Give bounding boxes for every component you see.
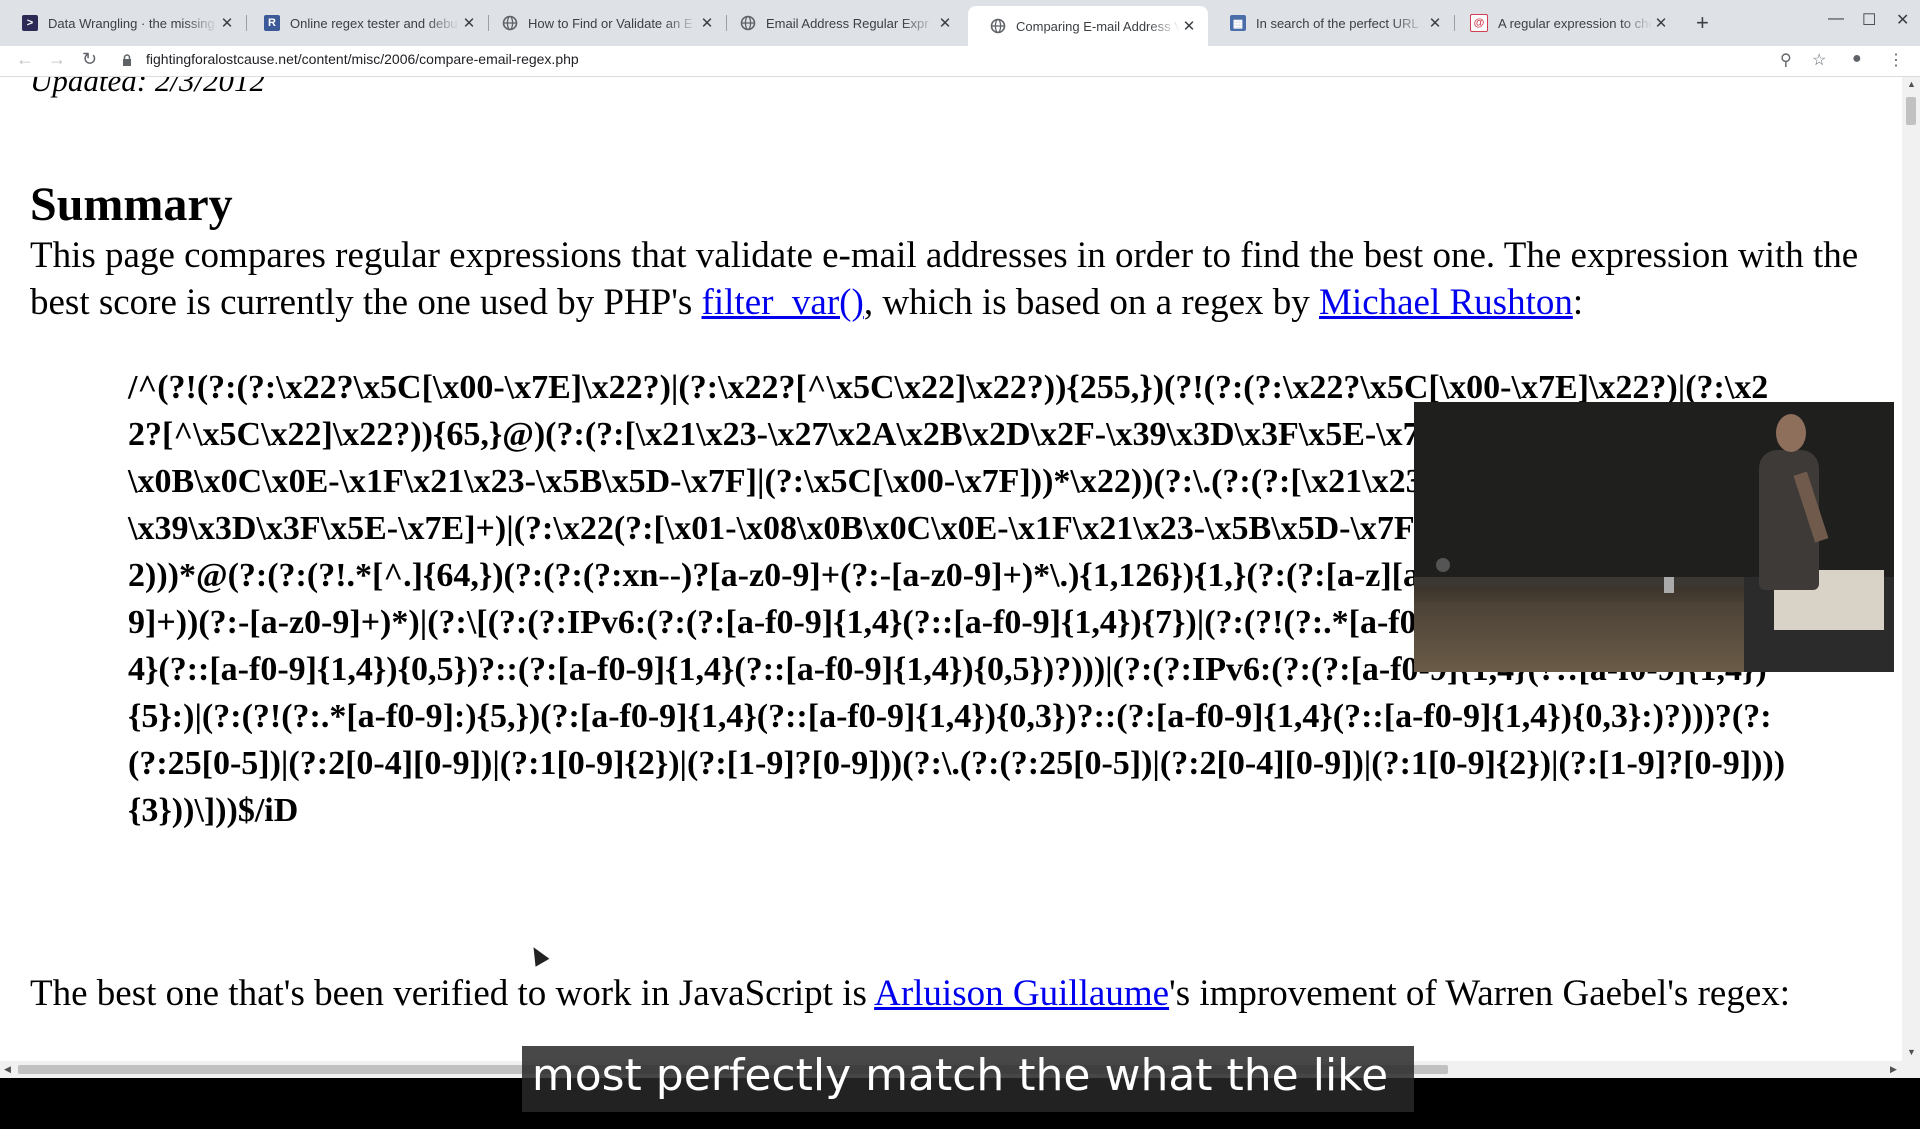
minimize-icon[interactable]: —: [1828, 10, 1844, 28]
scroll-up-icon[interactable]: ▲: [1907, 79, 1916, 89]
chalkboard: [1414, 402, 1894, 577]
lecturer-head: [1776, 414, 1806, 452]
best-js-paragraph: The best one that's been verified to wor…: [30, 970, 1890, 1017]
filter-var-link[interactable]: filter_var(): [702, 282, 864, 323]
close-icon[interactable]: ✕: [698, 14, 716, 32]
close-icon[interactable]: ✕: [218, 14, 236, 32]
summary-heading: Summary: [30, 178, 233, 231]
wall-outlet: [1664, 577, 1674, 593]
image-icon: ▦: [1230, 15, 1246, 31]
close-icon[interactable]: ✕: [1180, 17, 1198, 35]
browser-toolbar: ← → ↻ fightingforalostcause.net/content/…: [0, 46, 1920, 77]
terminal-icon: >: [22, 15, 38, 31]
play-icon[interactable]: [1804, 936, 1872, 1000]
michael-rushton-link[interactable]: Michael Rushton: [1319, 282, 1573, 323]
menu-kebab-icon[interactable]: ⋮: [1888, 50, 1904, 70]
vertical-scrollbar[interactable]: ▲ ▼: [1902, 77, 1920, 1061]
maximize-icon[interactable]: ☐: [1862, 10, 1876, 30]
tab-title: How to Find or Validate an E: [528, 15, 693, 31]
back-icon[interactable]: ←: [16, 49, 34, 70]
tab-title: Data Wrangling · the missing: [48, 15, 215, 31]
vertical-scroll-thumb[interactable]: [1906, 97, 1916, 125]
tab-regex-tester[interactable]: R Online regex tester and debu ✕: [242, 8, 489, 38]
best-text: 's improvement of Warren Gaebel's regex:: [1169, 973, 1791, 1014]
new-tab-icon[interactable]: +: [1696, 10, 1709, 36]
close-icon[interactable]: ✕: [1426, 14, 1444, 32]
tab-regex-check[interactable]: @ A regular expression to chec ✕: [1448, 8, 1680, 38]
tab-email-regular-expr[interactable]: Email Address Regular Expr ✕: [718, 8, 964, 38]
tab-title: In search of the perfect URL: [1256, 15, 1419, 31]
updated-date: Updated: 2/3/2012: [30, 77, 266, 98]
tab-title: A regular expression to chec: [1498, 15, 1652, 31]
tab-find-validate[interactable]: How to Find or Validate an E ✕: [480, 8, 727, 38]
window-close-icon[interactable]: ✕: [1896, 10, 1909, 30]
tab-title: Email Address Regular Expr: [766, 15, 929, 31]
intro-text: :: [1572, 282, 1584, 323]
board-knob: [1436, 558, 1450, 572]
globe-icon: [502, 15, 518, 31]
close-icon[interactable]: ✕: [460, 14, 478, 32]
lock-icon[interactable]: [122, 54, 132, 66]
lecture-video-overlay[interactable]: [1414, 402, 1894, 672]
profile-icon[interactable]: ●: [1852, 50, 1862, 68]
best-text: The best one that's been verified to wor…: [30, 973, 875, 1014]
arluison-guillaume-link[interactable]: Arluison Guillaume: [874, 973, 1169, 1014]
globe-icon: [740, 15, 756, 31]
at-icon: @: [1470, 14, 1488, 32]
tab-title: Comparing E-mail Address V: [1016, 18, 1180, 34]
reload-icon[interactable]: ↻: [82, 49, 97, 70]
tab-strip: > Data Wrangling · the missing ✕ R Onlin…: [0, 0, 1920, 46]
forward-icon[interactable]: →: [48, 49, 66, 70]
intro-text: , which is based on a regex by: [863, 282, 1320, 323]
video-subtitle: most perfectly match the what the like: [531, 1050, 1389, 1101]
tab-perfect-url[interactable]: ▦ In search of the perfect URL ✕: [1208, 8, 1455, 38]
close-icon[interactable]: ✕: [1652, 14, 1670, 32]
intro-paragraph: This page compares regular expressions t…: [30, 232, 1890, 326]
address-bar[interactable]: fightingforalostcause.net/content/misc/2…: [146, 51, 579, 67]
globe-icon: [990, 18, 1006, 34]
zoom-icon[interactable]: ⚲: [1780, 50, 1792, 70]
bookmark-star-icon[interactable]: ☆: [1812, 50, 1826, 70]
tab-title: Online regex tester and debu: [290, 15, 458, 31]
tab-comparing-email[interactable]: Comparing E-mail Address V ✕: [968, 6, 1208, 46]
close-icon[interactable]: ✕: [936, 14, 954, 32]
regex101-icon: R: [264, 15, 280, 31]
tab-data-wrangling[interactable]: > Data Wrangling · the missing ✕: [0, 8, 247, 38]
